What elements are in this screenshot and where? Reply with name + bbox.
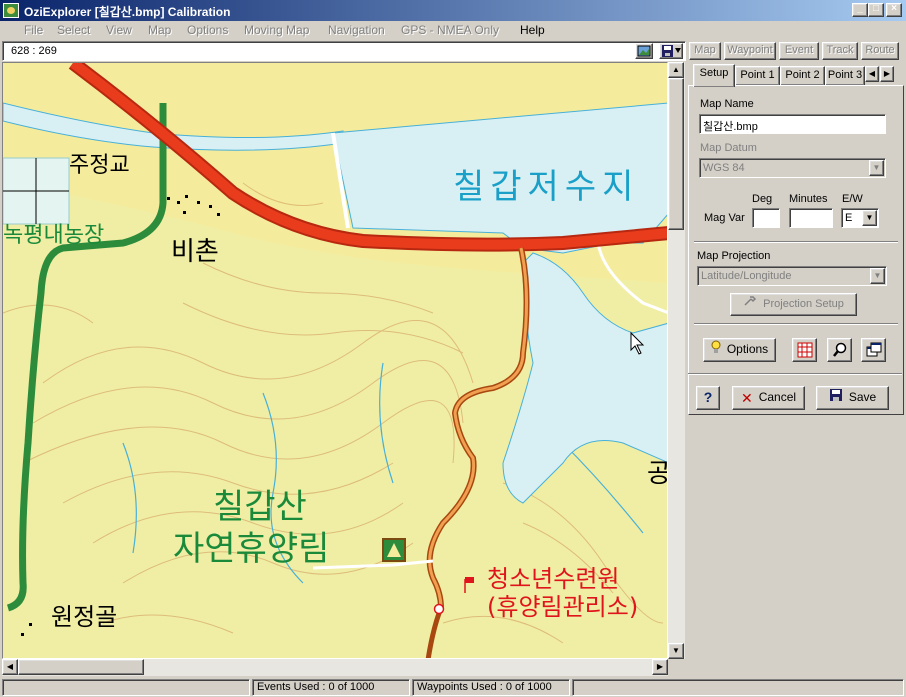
tab-scroll-left-icon[interactable]: ◀ (865, 66, 879, 82)
floppy-disk-icon (829, 388, 843, 408)
scroll-right-button[interactable]: ▶ (652, 659, 668, 675)
app-icon[interactable] (3, 3, 19, 18)
menu-moving-map[interactable]: Moving Map (244, 23, 309, 37)
maximize-button[interactable]: □ (868, 3, 884, 17)
scroll-down-button[interactable]: ▼ (668, 643, 684, 659)
top-route-button[interactable]: Route (861, 42, 899, 60)
magnifier-icon (832, 342, 848, 357)
top-map-button[interactable]: Map (689, 42, 721, 60)
status-cell-right (572, 679, 904, 696)
save-button[interactable]: Save (816, 386, 889, 410)
zoom-button[interactable] (827, 338, 852, 362)
map-grid-icon (797, 342, 813, 358)
map-name-field[interactable]: 칠갑산.bmp (699, 114, 886, 134)
horizontal-scroll-thumb[interactable] (18, 659, 144, 675)
menu-help[interactable]: Help (520, 23, 545, 37)
map-datum-value: WGS 84 (703, 162, 745, 174)
vertical-scrollbar[interactable]: ▲ ▼ (668, 62, 685, 659)
cancel-button[interactable]: ✕ Cancel (732, 386, 805, 410)
lightbulb-icon (711, 340, 721, 360)
calibration-panel: Map Waypoint Event Track Route Setup Poi… (686, 40, 906, 676)
ew-label: E/W (842, 193, 863, 205)
minutes-label: Minutes (789, 193, 828, 205)
map-tool-button[interactable] (792, 338, 817, 362)
magvar-ew-value: E (845, 212, 853, 224)
save-disk-icon[interactable] (659, 43, 683, 59)
top-track-button[interactable]: Track (822, 42, 858, 60)
menu-view[interactable]: View (106, 23, 132, 37)
label-gong: 공 (647, 453, 667, 490)
scroll-corner (668, 659, 685, 676)
menu-navigation[interactable]: Navigation (328, 23, 385, 37)
chevron-down-icon[interactable]: ▼ (870, 268, 885, 284)
cursor-coordinates: 628 : 269 (11, 45, 57, 57)
map-projection-value: Latitude/Longitude (701, 270, 792, 282)
menu-file[interactable]: File (24, 23, 43, 37)
label-park-line2: 자연휴양림 (173, 529, 330, 569)
scroll-up-button[interactable]: ▲ (668, 62, 684, 78)
projection-setup-button[interactable]: Projection Setup (730, 293, 857, 316)
menu-map[interactable]: Map (148, 23, 171, 37)
label-bichon: 비촌 (171, 237, 219, 267)
label-youth-line2: (휴양림관리소) (487, 593, 639, 621)
title-bar[interactable]: OziExplorer [칠갑산.bmp] Calibration _ □ × (0, 0, 906, 21)
help-button[interactable]: ? (696, 386, 720, 410)
chevron-down-icon[interactable]: ▼ (862, 210, 877, 226)
top-event-button[interactable]: Event (779, 42, 819, 60)
divider (688, 373, 902, 375)
magvar-minutes-input[interactable] (789, 208, 833, 228)
status-cell-empty (2, 679, 250, 696)
scroll-left-button[interactable]: ◀ (2, 659, 18, 675)
magvar-deg-input[interactable] (752, 208, 780, 228)
window-tool-button[interactable] (861, 338, 886, 362)
magvar-ew-select[interactable]: E ▼ (841, 208, 879, 228)
map-projection-select[interactable]: Latitude/Longitude ▼ (697, 266, 887, 286)
wrench-icon (743, 294, 757, 314)
top-waypoint-button[interactable]: Waypoint (724, 42, 776, 60)
cross-icon: ✕ (740, 389, 753, 406)
options-button[interactable]: Options (703, 338, 776, 362)
status-bar: Events Used : 0 of 1000 Waypoints Used :… (0, 677, 906, 697)
map-canvas[interactable]: 칠갑저수지 주정교 녹평내농장 비촌 칠갑산 자연휴양림 청소년수련원 (휴양림… (2, 62, 668, 659)
menu-gps[interactable]: GPS - NMEA Only (401, 23, 499, 37)
waypoints-used-status: Waypoints Used : 0 of 1000 (412, 679, 570, 696)
tab-point-2[interactable]: Point 2 (780, 66, 825, 86)
map-datum-select[interactable]: WGS 84 ▼ (699, 158, 886, 178)
map-image-icon[interactable] (635, 43, 653, 59)
magvar-label: Mag Var (704, 212, 745, 224)
map-projection-label: Map Projection (697, 250, 771, 262)
minimize-button[interactable]: _ (852, 3, 868, 17)
divider (694, 323, 898, 325)
tab-setup[interactable]: Setup (693, 64, 735, 87)
tab-scroll-right-icon[interactable]: ▶ (880, 66, 894, 82)
menu-select[interactable]: Select (57, 23, 90, 37)
map-datum-label: Map Datum (700, 142, 757, 154)
vertical-scroll-thumb[interactable] (668, 78, 684, 230)
divider (694, 241, 898, 243)
coordinate-bar: 628 : 269 (2, 41, 686, 61)
label-reservoir: 칠갑저수지 (453, 167, 640, 207)
horizontal-scrollbar[interactable]: ◀ ▶ (2, 659, 668, 676)
window-title: OziExplorer [칠갑산.bmp] Calibration (24, 5, 231, 19)
events-used-status: Events Used : 0 of 1000 (252, 679, 410, 696)
deg-label: Deg (752, 193, 773, 205)
label-jujeonggyo: 주정교 (69, 153, 130, 178)
close-button[interactable]: × (886, 3, 902, 17)
menu-bar: File Select View Map Options Moving Map … (0, 21, 906, 40)
chevron-down-icon[interactable]: ▼ (869, 160, 884, 176)
windows-icon (866, 342, 882, 357)
map-name-label: Map Name (700, 98, 754, 110)
label-nongjang: 녹평내농장 (3, 223, 105, 248)
menu-options[interactable]: Options (187, 23, 228, 37)
tab-point-1[interactable]: Point 1 (735, 66, 780, 86)
tab-point-3[interactable]: Point 3 (825, 66, 865, 86)
label-wonjeonggol: 원정골 (51, 603, 118, 631)
